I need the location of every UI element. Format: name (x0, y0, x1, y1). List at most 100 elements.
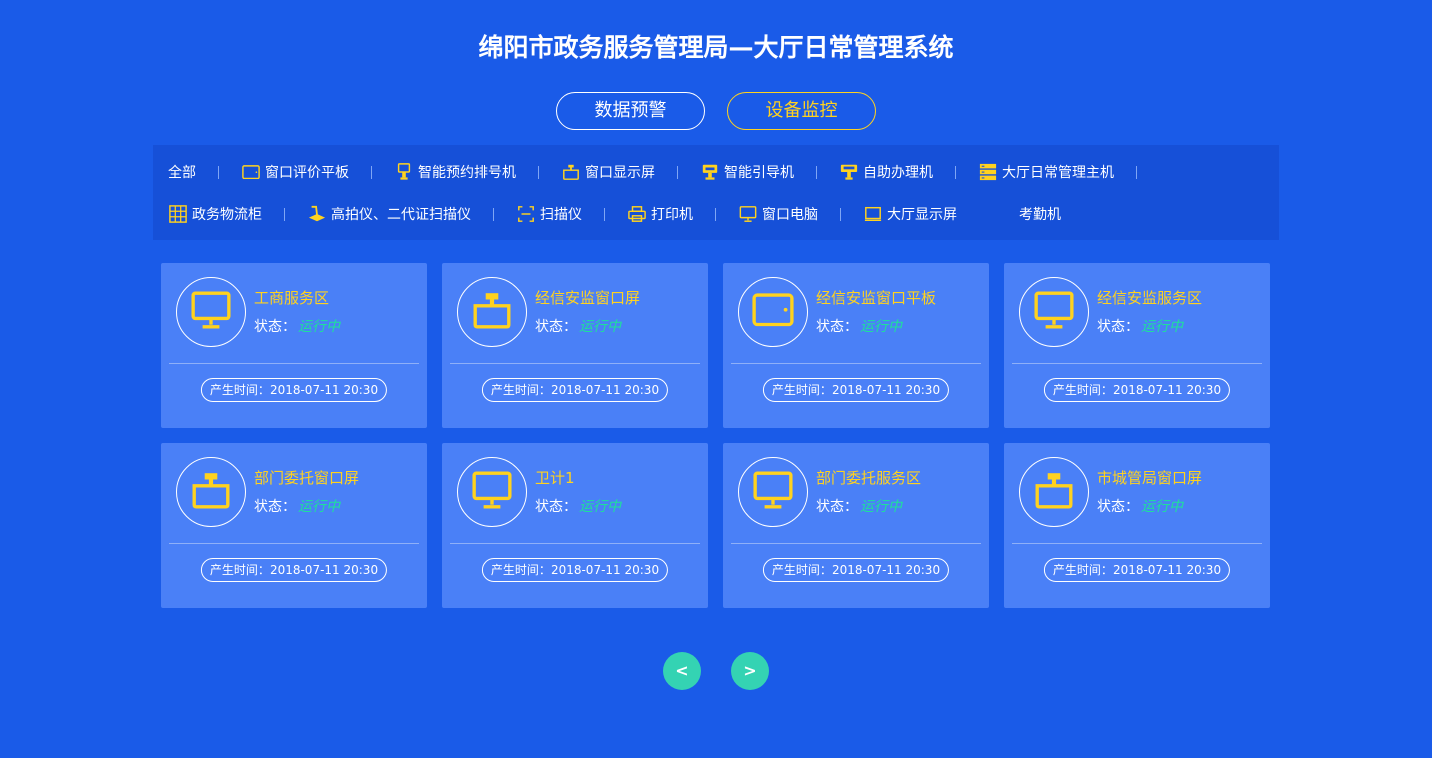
time-label: 产生时间： (1052, 563, 1113, 577)
filter-row-2: 政务物流柜 高拍仪、二代证扫描仪 扫描仪 打印机 窗口电脑 大厅显示屏 考勤机 (168, 193, 1264, 235)
status-label: 状态： (254, 319, 296, 335)
time-label: 产生时间： (771, 563, 832, 577)
device-card[interactable]: 经信安监窗口屏 状态： 运行中 产生时间：2018-07-11 20:30 (442, 263, 708, 428)
device-status: 状态： 运行中 (1097, 496, 1183, 516)
monitor-icon (190, 289, 232, 335)
device-icon-circle (1019, 457, 1089, 527)
filter-separator (816, 165, 817, 179)
status-value: 运行中 (1141, 319, 1183, 335)
status-value: 运行中 (579, 499, 621, 515)
time-badge: 产生时间：2018-07-11 20:30 (762, 558, 950, 582)
display-icon (863, 205, 883, 223)
filter-printer[interactable]: 打印机 (627, 204, 693, 224)
device-icon-circle (457, 277, 527, 347)
card-divider (450, 543, 700, 544)
filter-window-screen[interactable]: 窗口显示屏 (561, 162, 655, 182)
device-card[interactable]: 部门委托服务区 状态： 运行中 产生时间：2018-07-11 20:30 (723, 443, 989, 608)
monitor-icon (752, 469, 794, 515)
monitor-icon (738, 205, 758, 223)
time-label: 产生时间： (209, 383, 270, 397)
device-icon-circle (1019, 277, 1089, 347)
filter-label: 全部 (168, 165, 196, 181)
monitor-icon (471, 469, 513, 515)
status-label: 状态： (816, 319, 858, 335)
device-icon-circle (457, 457, 527, 527)
filter-self-service[interactable]: 自助办理机 (839, 162, 933, 182)
status-label: 状态： (1097, 319, 1139, 335)
device-card[interactable]: 市城管局窗口屏 状态： 运行中 产生时间：2018-07-11 20:30 (1004, 443, 1270, 608)
device-status: 状态： 运行中 (535, 316, 621, 336)
guide-machine-icon (700, 163, 720, 181)
filter-label: 打印机 (651, 207, 693, 223)
card-divider (169, 543, 419, 544)
tab-device-monitor[interactable]: 设备监控 (727, 92, 876, 130)
window-screen-icon (471, 289, 513, 335)
filter-label: 大厅显示屏 (887, 207, 957, 223)
filter-label: 考勤机 (1019, 207, 1061, 223)
time-value: 2018-07-11 20:30 (1112, 563, 1222, 577)
server-icon (978, 163, 998, 181)
device-status: 状态： 运行中 (535, 496, 621, 516)
time-label: 产生时间： (209, 563, 270, 577)
time-badge: 产生时间：2018-07-11 20:30 (481, 378, 669, 402)
device-icon-circle (738, 457, 808, 527)
filter-server[interactable]: 大厅日常管理主机 (978, 162, 1114, 182)
filter-monitor[interactable]: 窗口电脑 (738, 204, 818, 224)
filter-separator (218, 165, 219, 179)
device-filter-bar: 全部 窗口评价平板 智能预约排号机 窗口显示屏 智能引导机 自助办理机 大厅日常管理主机 政… (153, 145, 1279, 240)
window-screen-icon (561, 163, 581, 181)
filter-tablet[interactable]: 窗口评价平板 (241, 162, 349, 182)
device-icon-circle (738, 277, 808, 347)
filter-separator (1136, 165, 1137, 179)
filter-separator (284, 207, 285, 221)
next-page-button[interactable]: > (731, 652, 769, 690)
filter-separator (538, 165, 539, 179)
tab-data-warning[interactable]: 数据预警 (556, 92, 705, 130)
filter-display[interactable]: 大厅显示屏 (863, 204, 957, 224)
tablet-icon (752, 293, 794, 331)
filter-locker[interactable]: 政务物流柜 (168, 204, 262, 224)
device-card[interactable]: 卫计1 状态： 运行中 产生时间：2018-07-11 20:30 (442, 443, 708, 608)
filter-document-camera[interactable]: 高拍仪、二代证扫描仪 (307, 204, 471, 224)
status-label: 状态： (535, 319, 577, 335)
filter-label: 大厅日常管理主机 (1002, 165, 1114, 181)
prev-page-button[interactable]: < (663, 652, 701, 690)
time-badge: 产生时间：2018-07-11 20:30 (200, 378, 388, 402)
time-value: 2018-07-11 20:30 (1112, 383, 1222, 397)
filter-guide-machine[interactable]: 智能引导机 (700, 162, 794, 182)
time-value: 2018-07-11 20:30 (550, 383, 660, 397)
filter-row-1: 全部 窗口评价平板 智能预约排号机 窗口显示屏 智能引导机 自助办理机 大厅日常管理主机 (168, 151, 1264, 193)
filter-all[interactable]: 全部 (168, 162, 196, 182)
device-icon-circle (176, 277, 246, 347)
device-card[interactable]: 经信安监窗口平板 状态： 运行中 产生时间：2018-07-11 20:30 (723, 263, 989, 428)
time-badge: 产生时间：2018-07-11 20:30 (762, 378, 950, 402)
device-name: 部门委托服务区 (816, 469, 922, 487)
self-service-icon (839, 163, 859, 181)
device-name: 经信安监窗口平板 (816, 289, 937, 307)
status-value: 运行中 (860, 499, 902, 515)
filter-label: 窗口评价平板 (265, 165, 349, 181)
device-name: 经信安监窗口屏 (535, 289, 641, 307)
card-divider (731, 543, 981, 544)
tablet-icon (241, 163, 261, 181)
device-status: 状态： 运行中 (1097, 316, 1183, 336)
device-name: 卫计1 (535, 469, 575, 487)
device-name: 经信安监服务区 (1097, 289, 1203, 307)
device-card[interactable]: 工商服务区 状态： 运行中 产生时间：2018-07-11 20:30 (161, 263, 427, 428)
filter-label: 智能预约排号机 (418, 165, 516, 181)
filter-separator (715, 207, 716, 221)
device-name: 市城管局窗口屏 (1097, 469, 1203, 487)
device-card[interactable]: 经信安监服务区 状态： 运行中 产生时间：2018-07-11 20:30 (1004, 263, 1270, 428)
monitor-icon (1033, 289, 1075, 335)
device-status: 状态： 运行中 (254, 496, 340, 516)
filter-queue-machine[interactable]: 智能预约排号机 (394, 162, 516, 182)
device-icon-circle (176, 457, 246, 527)
card-divider (1012, 543, 1262, 544)
time-badge: 产生时间：2018-07-11 20:30 (481, 558, 669, 582)
filter-scanner[interactable]: 扫描仪 (516, 204, 582, 224)
filter-attendance[interactable]: 考勤机 (1019, 204, 1061, 224)
status-value: 运行中 (860, 319, 902, 335)
device-card[interactable]: 部门委托窗口屏 状态： 运行中 产生时间：2018-07-11 20:30 (161, 443, 427, 608)
filter-label: 窗口电脑 (762, 207, 818, 223)
filter-label: 窗口显示屏 (585, 165, 655, 181)
